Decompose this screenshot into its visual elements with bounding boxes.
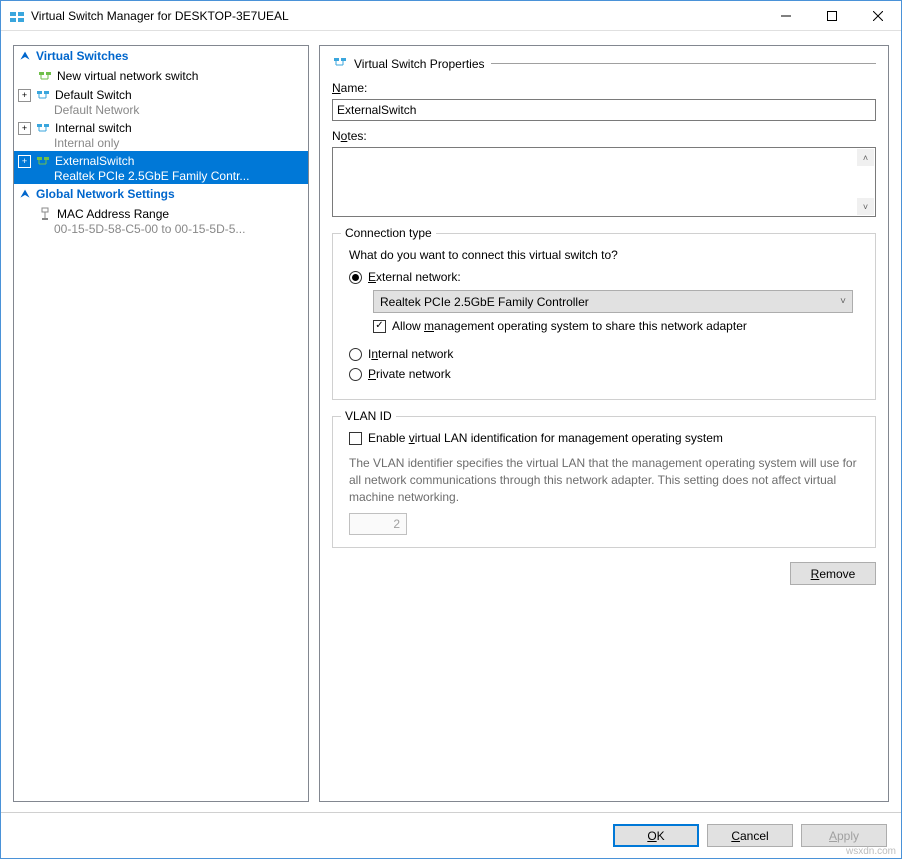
network-switch-icon [35, 120, 51, 136]
properties-panel: Virtual Switch Properties Name: Notes: ˄… [319, 45, 889, 802]
panel-title: Virtual Switch Properties [354, 57, 485, 71]
connection-type-legend: Connection type [341, 226, 436, 240]
close-button[interactable] [855, 1, 901, 31]
checkbox-icon: ✓ [373, 320, 386, 333]
radio-private-network[interactable]: Private network [349, 367, 863, 381]
app-icon [9, 8, 25, 24]
titlebar: Virtual Switch Manager for DESKTOP-3E7UE… [1, 1, 901, 31]
radio-label: External network: [368, 270, 461, 284]
radio-external-network[interactable]: External network: [349, 270, 863, 284]
vlan-id-group: VLAN ID Enable virtual LAN identificatio… [332, 416, 876, 548]
chevron-down-icon: ˅ [840, 296, 846, 307]
mac-range-icon [37, 206, 53, 222]
tree-internal-switch[interactable]: + Internal switch Internal only [14, 118, 308, 151]
radio-label: Internal network [368, 347, 453, 361]
collapse-icon: ⮝ [18, 51, 32, 62]
remove-button[interactable]: Remove [790, 562, 876, 585]
adapter-selected: Realtek PCIe 2.5GbE Family Controller [380, 295, 589, 309]
window-title: Virtual Switch Manager for DESKTOP-3E7UE… [31, 9, 763, 23]
adapter-combobox[interactable]: Realtek PCIe 2.5GbE Family Controller ˅ [373, 290, 853, 313]
tree-sublabel: Default Network [14, 103, 294, 117]
maximize-button[interactable] [809, 1, 855, 31]
tree-label: Internal switch [55, 121, 132, 135]
radio-label: Private network [368, 367, 451, 381]
sidebar-tree: ⮝ Virtual Switches New virtual network s… [13, 45, 309, 802]
name-label: Name: [332, 81, 876, 95]
tree-external-switch[interactable]: + ExternalSwitch Realtek PCIe 2.5GbE Fam… [14, 151, 308, 184]
expand-icon[interactable]: + [18, 122, 31, 135]
tree-new-virtual-switch[interactable]: New virtual network switch [14, 66, 308, 85]
panel-header: Virtual Switch Properties [332, 56, 876, 71]
network-switch-new-icon [37, 68, 53, 84]
tree-sublabel: Realtek PCIe 2.5GbE Family Contr... [14, 169, 294, 183]
section-virtual-switches[interactable]: ⮝ Virtual Switches [14, 46, 308, 66]
expand-icon[interactable]: + [18, 155, 31, 168]
checkbox-allow-management-os[interactable]: ✓ Allow management operating system to s… [373, 319, 863, 333]
radio-icon [349, 368, 362, 381]
radio-icon [349, 348, 362, 361]
dialog-footer: OK Cancel Apply [1, 812, 901, 858]
section-label: Global Network Settings [36, 187, 175, 201]
tree-default-switch[interactable]: + Default Switch Default Network [14, 85, 308, 118]
cancel-button[interactable]: Cancel [707, 824, 793, 847]
network-switch-icon [35, 153, 51, 169]
checkbox-label: Enable virtual LAN identification for ma… [368, 431, 723, 445]
scroll-up-icon[interactable]: ˄ [857, 149, 874, 166]
connection-type-group: Connection type What do you want to conn… [332, 233, 876, 400]
window-controls [763, 1, 901, 31]
checkbox-icon [349, 432, 362, 445]
minimize-button[interactable] [763, 1, 809, 31]
notes-label: Notes: [332, 129, 876, 143]
content-area: ⮝ Virtual Switches New virtual network s… [1, 31, 901, 812]
network-switch-icon [35, 87, 51, 103]
notes-textarea[interactable]: ˄ ˅ [332, 147, 876, 217]
ok-button[interactable]: OK [613, 824, 699, 847]
section-label: Virtual Switches [36, 49, 128, 63]
tree-mac-address-range[interactable]: MAC Address Range 00-15-5D-58-C5-00 to 0… [14, 204, 308, 237]
checkbox-label: Allow management operating system to sha… [392, 319, 747, 333]
radio-internal-network[interactable]: Internal network [349, 347, 863, 361]
apply-button[interactable]: Apply [801, 824, 887, 847]
tree-sublabel: 00-15-5D-58-C5-00 to 00-15-5D-5... [14, 222, 294, 236]
network-switch-icon [332, 56, 348, 71]
tree-label: New virtual network switch [57, 69, 198, 83]
expand-icon[interactable]: + [18, 89, 31, 102]
connection-question: What do you want to connect this virtual… [349, 248, 863, 262]
tree-label: Default Switch [55, 88, 132, 102]
section-global-network-settings[interactable]: ⮝ Global Network Settings [14, 184, 308, 204]
vlan-legend: VLAN ID [341, 409, 396, 423]
tree-label: MAC Address Range [57, 207, 169, 221]
name-input[interactable] [332, 99, 876, 121]
vlan-help-text: The VLAN identifier specifies the virtua… [349, 455, 859, 505]
checkbox-enable-vlan[interactable]: Enable virtual LAN identification for ma… [349, 431, 863, 445]
divider [491, 63, 877, 64]
tree-label: ExternalSwitch [55, 154, 134, 168]
watermark: wsxdn.com [846, 846, 896, 857]
tree-sublabel: Internal only [14, 136, 294, 150]
radio-icon [349, 271, 362, 284]
window-frame: Virtual Switch Manager for DESKTOP-3E7UE… [0, 0, 902, 859]
vlan-id-input [349, 513, 407, 535]
scroll-down-icon[interactable]: ˅ [857, 198, 874, 215]
collapse-icon: ⮝ [18, 189, 32, 200]
